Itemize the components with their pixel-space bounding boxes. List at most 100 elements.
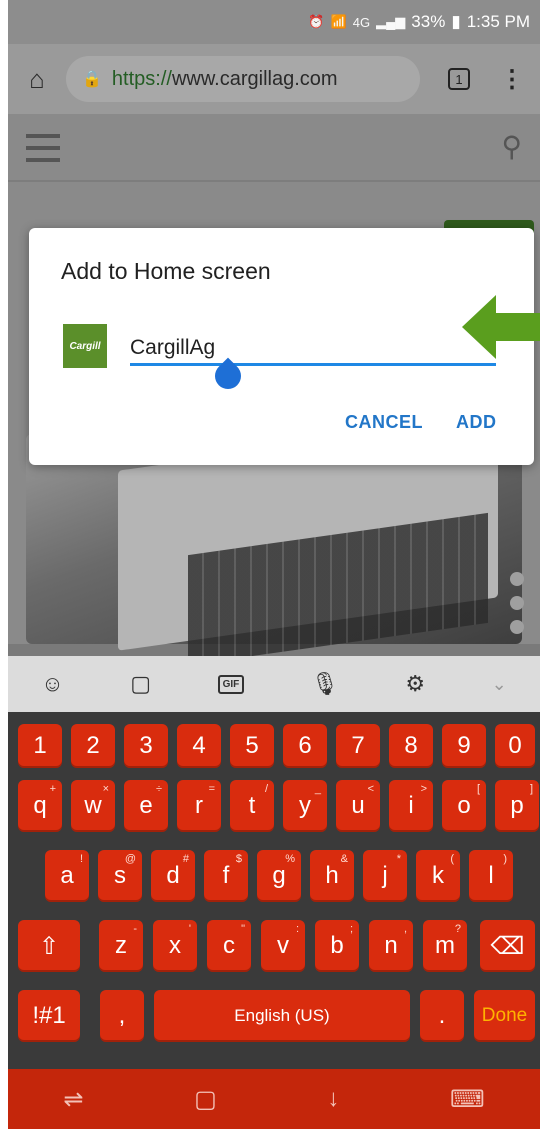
home-icon[interactable]: ⌂	[8, 64, 66, 95]
divider	[8, 180, 540, 182]
shift-key[interactable]: ⇧	[18, 920, 80, 972]
key-k[interactable]: k(	[416, 850, 460, 902]
key-r[interactable]: r =	[177, 780, 221, 832]
key-label: v	[277, 932, 289, 959]
key-m[interactable]: m?	[423, 920, 467, 972]
comma-key[interactable]: ,	[100, 990, 144, 1042]
key-secondary-label: ÷	[155, 783, 162, 795]
key-u[interactable]: u <	[336, 780, 380, 832]
tab-switcher-button[interactable]: 1	[448, 68, 470, 90]
key-5[interactable]: 5	[230, 724, 274, 768]
gif-icon[interactable]: GIF	[217, 674, 245, 694]
done-key[interactable]: Done	[474, 990, 535, 1042]
key-g[interactable]: g%	[257, 850, 301, 902]
signal-icon: ▂▄▆	[376, 14, 406, 29]
key-p[interactable]: p]	[495, 780, 539, 832]
carousel-dots	[510, 572, 524, 634]
key-label: o	[457, 792, 471, 819]
key-y[interactable]: y _	[283, 780, 327, 832]
hamburger-menu-icon	[26, 134, 60, 162]
battery-percent: 33%	[411, 12, 446, 31]
key-l[interactable]: l)	[469, 850, 513, 902]
url-scheme: https://	[111, 67, 172, 90]
key-label: i	[408, 792, 414, 819]
key-v[interactable]: v:	[261, 920, 305, 972]
key-7[interactable]: 7	[336, 724, 380, 768]
sticker-icon[interactable]: ▢	[130, 671, 151, 697]
key-s[interactable]: s @	[98, 850, 142, 902]
period-key[interactable]: .	[420, 990, 464, 1042]
key-label: j	[382, 862, 388, 889]
add-button[interactable]: ADD	[456, 412, 497, 433]
shortcut-name-input[interactable]	[130, 332, 496, 366]
key-j[interactable]: j *	[363, 850, 407, 902]
key-secondary-label: _	[314, 783, 321, 795]
key-2[interactable]: 2	[71, 724, 115, 768]
settings-icon[interactable]: ⚙	[405, 671, 425, 697]
key-label: c	[223, 932, 235, 959]
key-d[interactable]: d #	[151, 850, 195, 902]
key-label: y	[299, 792, 311, 819]
key-b[interactable]: b;	[315, 920, 359, 972]
key-secondary-label: [	[476, 783, 480, 795]
more-vert-icon[interactable]: ⋮	[500, 65, 524, 94]
keyboard-icon[interactable]: ⌨	[450, 1085, 485, 1114]
key-secondary-label: '	[188, 923, 191, 935]
key-secondary-label: !	[79, 853, 83, 865]
key-secondary-label: &	[340, 853, 348, 865]
key-a[interactable]: a!	[45, 850, 89, 902]
backspace-key[interactable]: ⌫	[480, 920, 535, 972]
url-bar[interactable]: 🔒 https://www.cargillag.com	[66, 56, 420, 102]
key-4[interactable]: 4	[177, 724, 221, 768]
wifi-icon: 📶	[330, 14, 347, 29]
space-key[interactable]: English (US)	[154, 990, 410, 1042]
key-label: n	[384, 932, 398, 959]
key-label: u	[351, 792, 365, 819]
browser-toolbar: ⌂ 🔒 https://www.cargillag.com 1 ⋮	[8, 44, 540, 114]
network-type: 4G	[352, 14, 371, 30]
key-secondary-label: ;	[349, 923, 353, 935]
key-secondary-label: -	[133, 923, 137, 935]
key-secondary-label: ?	[454, 923, 461, 935]
key-q[interactable]: q +	[18, 780, 62, 832]
key-secondary-label: =	[208, 783, 215, 795]
cancel-button[interactable]: CANCEL	[345, 412, 423, 433]
chevron-down-icon[interactable]: ⌄	[492, 674, 507, 695]
key-secondary-label: @	[124, 853, 136, 865]
key-n[interactable]: n,	[369, 920, 413, 972]
search-icon: ⚲	[501, 131, 522, 162]
key-1[interactable]: 1	[18, 724, 62, 768]
key-t[interactable]: t /	[230, 780, 274, 832]
key-x[interactable]: x '	[153, 920, 197, 972]
green-arrow-annotation	[462, 295, 540, 359]
symbols-key[interactable]: !#1	[18, 990, 80, 1042]
key-8[interactable]: 8	[389, 724, 433, 768]
key-9[interactable]: 9	[442, 724, 486, 768]
key-label: e	[139, 792, 153, 819]
key-secondary-label: "	[241, 923, 245, 935]
back-icon[interactable]: ↓	[327, 1085, 339, 1113]
key-z[interactable]: z-	[99, 920, 143, 972]
emoji-icon[interactable]: ☺	[41, 671, 63, 697]
key-3[interactable]: 3	[124, 724, 168, 768]
key-f[interactable]: f $	[204, 850, 248, 902]
key-secondary-label: >	[420, 783, 427, 795]
recent-apps-icon[interactable]: ⇌	[63, 1085, 83, 1114]
key-label: d	[166, 862, 180, 889]
key-6[interactable]: 6	[283, 724, 327, 768]
key-i[interactable]: i >	[389, 780, 433, 832]
key-h[interactable]: h &	[310, 850, 354, 902]
key-w[interactable]: w ×	[71, 780, 115, 832]
key-0[interactable]: 0	[495, 724, 535, 768]
clock: 1:35 PM	[466, 12, 530, 31]
home-button-icon[interactable]: ▢	[194, 1085, 217, 1114]
key-secondary-label: $	[235, 853, 242, 865]
key-label: m	[435, 932, 455, 959]
key-e[interactable]: e ÷	[124, 780, 168, 832]
key-label: s	[114, 862, 126, 889]
key-secondary-label: ×	[102, 783, 109, 795]
key-secondary-label: ,	[403, 923, 407, 935]
key-c[interactable]: c "	[207, 920, 251, 972]
mic-icon[interactable]: 🎙	[311, 671, 339, 697]
key-o[interactable]: o[	[442, 780, 486, 832]
